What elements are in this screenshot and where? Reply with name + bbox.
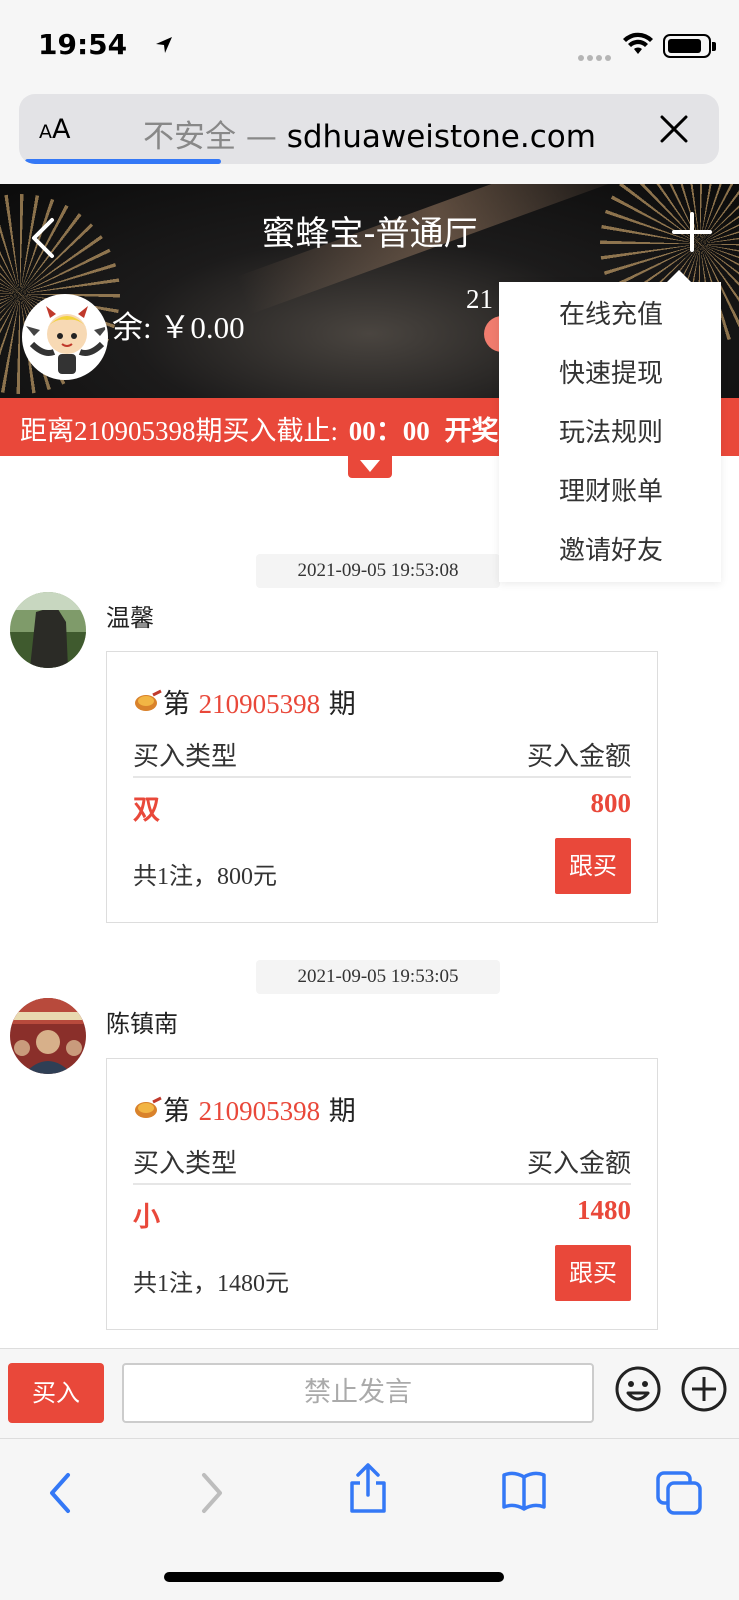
tabs-icon[interactable] bbox=[654, 1469, 704, 1521]
bet-summary: 共1注，800元 bbox=[133, 864, 277, 890]
url-text[interactable]: 不安全 — sdhuaweistone.com bbox=[143, 111, 596, 156]
bet-issue: 第 210905398 期 bbox=[133, 682, 356, 721]
col-bet-type: 买入类型 bbox=[133, 1149, 238, 1179]
menu-item-recharge[interactable]: 在线充值 bbox=[559, 294, 663, 331]
menu-item-invite[interactable]: 邀请好友 bbox=[559, 530, 663, 567]
security-label: 不安全 — bbox=[143, 119, 277, 155]
col-bet-type: 买入类型 bbox=[133, 742, 238, 772]
bet-table-header: 买入类型 买入金额 bbox=[133, 736, 631, 778]
bet-summary: 共1注，1480元 bbox=[133, 1271, 289, 1297]
close-icon[interactable] bbox=[659, 114, 689, 148]
col-bet-amount: 买入金额 bbox=[526, 1149, 631, 1179]
bet-card: 第 210905398 期 买入类型 买入金额 小 1480 共1注，1480元… bbox=[106, 1058, 658, 1330]
issue-number: 210905398 bbox=[198, 1096, 321, 1126]
bet-amount: 1480 bbox=[577, 1195, 631, 1225]
browser-address-area: AA 不安全 — sdhuaweistone.com bbox=[0, 88, 739, 184]
user-avatar[interactable] bbox=[22, 294, 108, 380]
emoji-icon[interactable] bbox=[614, 1365, 662, 1417]
menu-item-statement[interactable]: 理财账单 bbox=[559, 471, 663, 508]
follow-bet-button[interactable]: 跟买 bbox=[555, 1245, 631, 1301]
chat-input[interactable]: 禁止发言 bbox=[122, 1363, 594, 1423]
caret-down-icon bbox=[360, 460, 380, 472]
bookmarks-icon[interactable] bbox=[500, 1469, 548, 1517]
countdown-timer: 00：00 bbox=[348, 416, 430, 446]
address-bar[interactable]: AA 不安全 — sdhuaweistone.com bbox=[19, 94, 719, 164]
chat-input-bar: 买入 禁止发言 bbox=[0, 1348, 739, 1438]
browser-forward-icon[interactable] bbox=[196, 1469, 228, 1521]
col-bet-amount: 买入金额 bbox=[526, 742, 631, 772]
header-dropdown-menu: 在线充值 快速提现 玩法规则 理财账单 邀请好友 bbox=[499, 270, 721, 582]
bet-table-header: 买入类型 买入金额 bbox=[133, 1143, 631, 1185]
sender-name: 陈镇南 bbox=[106, 1010, 178, 1038]
sender-avatar[interactable] bbox=[10, 592, 86, 668]
browser-back-icon[interactable] bbox=[44, 1469, 76, 1521]
cellular-signal-icon bbox=[578, 46, 614, 65]
add-attachment-icon[interactable] bbox=[680, 1365, 728, 1417]
room-title: 蜜蜂宝-普通厅 bbox=[261, 214, 478, 254]
sender-avatar[interactable] bbox=[10, 998, 86, 1074]
bet-amount: 800 bbox=[590, 788, 632, 818]
follow-bet-button[interactable]: 跟买 bbox=[555, 838, 631, 894]
expand-results-toggle[interactable] bbox=[348, 456, 392, 478]
message-timestamp: 2021-09-05 19:53:08 bbox=[256, 554, 500, 588]
gong-icon bbox=[133, 1096, 163, 1127]
bet-type: 双 bbox=[133, 795, 160, 826]
share-icon[interactable] bbox=[346, 1461, 390, 1519]
bet-card: 第 210905398 期 买入类型 买入金额 双 800 共1注，800元 跟… bbox=[106, 651, 658, 923]
menu-item-rules[interactable]: 玩法规则 bbox=[559, 412, 663, 449]
menu-plus-icon[interactable] bbox=[670, 210, 714, 258]
balance-label: 余: ￥0.00 bbox=[112, 310, 245, 345]
status-bar: 19:54 bbox=[0, 0, 739, 88]
domain-label: sdhuaweistone.com bbox=[286, 119, 596, 155]
bet-issue: 第 210905398 期 bbox=[133, 1089, 356, 1128]
gong-icon bbox=[133, 689, 163, 720]
draw-label: 开奖 bbox=[444, 416, 499, 446]
bet-type: 小 bbox=[133, 1202, 160, 1233]
buy-button[interactable]: 买入 bbox=[8, 1363, 104, 1423]
battery-icon bbox=[663, 34, 716, 58]
status-time: 19:54 bbox=[38, 28, 128, 61]
sender-name: 温馨 bbox=[106, 604, 154, 632]
menu-item-withdraw[interactable]: 快速提现 bbox=[559, 353, 663, 390]
page-load-progress bbox=[25, 159, 221, 164]
current-issue-partial: 21 bbox=[466, 284, 493, 314]
text-size-button[interactable]: AA bbox=[39, 114, 70, 145]
message-timestamp: 2021-09-05 19:53:05 bbox=[256, 960, 500, 994]
issue-number: 210905398 bbox=[198, 689, 321, 719]
wifi-icon bbox=[622, 32, 654, 60]
deadline-prefix: 距离210905398期买入截止: bbox=[20, 416, 339, 446]
home-indicator bbox=[164, 1572, 504, 1582]
location-arrow-icon bbox=[154, 35, 174, 59]
